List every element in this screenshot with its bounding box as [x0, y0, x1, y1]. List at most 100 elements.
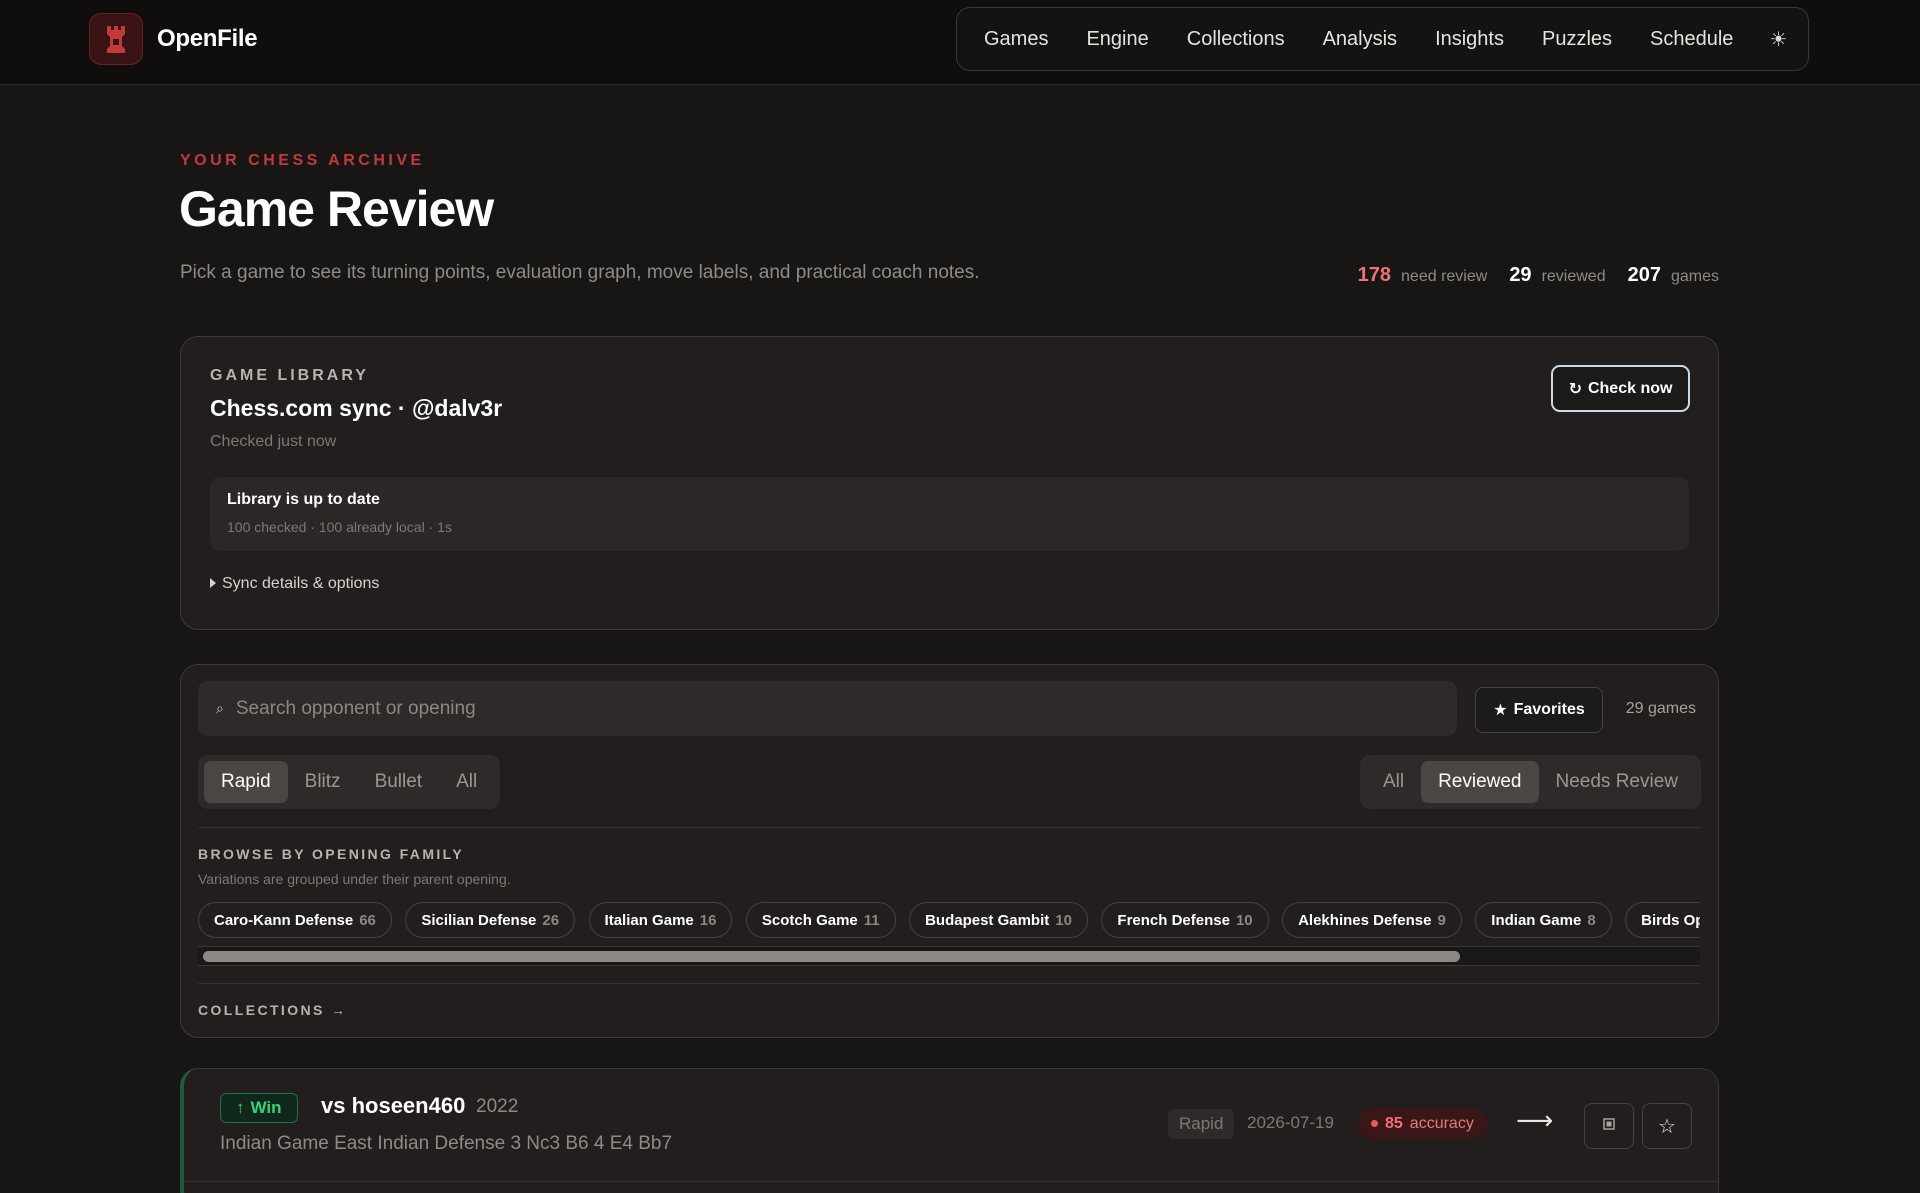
review-stats: 178 need review 29 reviewed 207 games: [1358, 264, 1719, 287]
sync-status-detail: 100 checked · 100 already local · 1s: [227, 519, 452, 535]
opening-family-chips: Caro-Kann Defense 66 Sicilian Defense 26 I…: [198, 902, 1700, 940]
opening-name: Indian Game East Indian Defense 3 Nc3 B6…: [220, 1133, 673, 1154]
review-status-needs-review[interactable]: Needs Review: [1539, 761, 1696, 803]
family-chip[interactable]: Indian Game 8: [1475, 902, 1612, 938]
nav-insights[interactable]: Insights: [1416, 28, 1523, 51]
chip-count: 10: [1235, 911, 1253, 929]
chip-scrollbar[interactable]: [198, 946, 1700, 966]
chip-label: Budapest Gambit: [925, 911, 1050, 929]
reviewed-label: reviewed: [1541, 268, 1606, 285]
time-control-blitz[interactable]: Blitz: [288, 761, 358, 803]
collections-divider: [198, 983, 1700, 984]
family-chip[interactable]: Budapest Gambit 10: [909, 902, 1088, 938]
accuracy-label: accuracy: [1409, 1114, 1474, 1132]
time-control-all[interactable]: All: [439, 761, 494, 803]
library-title: Chess.com sync · @dalv3r: [210, 395, 503, 421]
review-status-filter: All Reviewed Needs Review: [1359, 755, 1701, 809]
chip-label: Sicilian Defense: [421, 911, 537, 929]
chip-count: 26: [542, 911, 560, 929]
collections-link[interactable]: COLLECTIONS →: [198, 1002, 347, 1018]
nav-collections[interactable]: Collections: [1168, 28, 1304, 51]
rook-logo-icon: [89, 13, 143, 65]
games-count: 207: [1627, 264, 1661, 286]
chip-label: Italian Game: [604, 911, 694, 929]
chip-count: 66: [359, 911, 376, 929]
filter-card: ⌕ ★ Favorites 29 games Rapid Blitz Bulle…: [180, 664, 1719, 1038]
nav-puzzles[interactable]: Puzzles: [1523, 28, 1631, 51]
nav-engine[interactable]: Engine: [1067, 28, 1167, 51]
chip-label: Birds Opening: [1641, 911, 1700, 929]
accuracy-dot-icon: [1371, 1120, 1378, 1127]
favorites-label: Favorites: [1513, 701, 1585, 718]
family-chip[interactable]: Italian Game 16: [588, 902, 733, 938]
main-nav: Games Engine Collections Analysis Insigh…: [956, 7, 1809, 71]
sync-status-title: Library is up to date: [227, 491, 380, 508]
open-game-arrow-icon[interactable]: ⟶: [1516, 1105, 1553, 1136]
refresh-icon: ↻: [1568, 380, 1582, 398]
scrollbar-thumb[interactable]: [203, 951, 1460, 962]
chip-label: French Defense: [1117, 911, 1230, 929]
search-icon: ⌕: [216, 700, 224, 716]
favorite-toggle-button[interactable]: ☆: [1642, 1103, 1692, 1149]
app-name: OpenFile: [157, 25, 258, 52]
filtered-game-count: 29 games: [1625, 700, 1696, 717]
filter-divider: [198, 827, 1700, 828]
family-chip[interactable]: Caro-Kann Defense 66: [198, 902, 392, 938]
need-review-count: 178: [1357, 264, 1392, 286]
page-title: Game Review: [179, 181, 494, 237]
chip-count: 16: [699, 911, 717, 929]
sync-details-toggle[interactable]: Sync details & options: [210, 575, 379, 593]
sun-icon: ☀: [1769, 28, 1788, 51]
chip-label: Indian Game: [1491, 911, 1582, 929]
sync-status-box: Library is up to date 100 checked · 100 …: [210, 477, 1689, 551]
brand[interactable]: OpenFile: [89, 13, 258, 65]
top-navigation-bar: OpenFile Games Engine Collections Analys…: [0, 0, 1920, 85]
chip-count: 10: [1055, 911, 1072, 929]
result-label: Win: [250, 1098, 282, 1117]
star-icon: ★: [1493, 702, 1508, 719]
family-chip[interactable]: Sicilian Defense 26: [405, 902, 576, 938]
chip-label: Caro-Kann Defense: [214, 911, 354, 929]
time-control-rapid[interactable]: Rapid: [204, 761, 288, 803]
time-control-filter: Rapid Blitz Bullet All: [198, 755, 501, 809]
check-now-button[interactable]: ↻ Check now: [1551, 365, 1690, 412]
review-status-reviewed[interactable]: Reviewed: [1421, 761, 1539, 803]
chip-label: Scotch Game: [761, 911, 858, 929]
search-input[interactable]: [235, 697, 1416, 720]
star-outline-icon: ☆: [1658, 1115, 1676, 1138]
family-chip[interactable]: French Defense 10: [1101, 902, 1269, 938]
need-review-label: need review: [1401, 268, 1488, 285]
square-icon: [1603, 1117, 1615, 1135]
nav-analysis[interactable]: Analysis: [1304, 28, 1416, 51]
arrow-up-icon: ↑: [236, 1098, 245, 1117]
game-library-card: GAME LIBRARY Chess.com sync · @dalv3r Ch…: [180, 336, 1719, 630]
family-chip[interactable]: Scotch Game 11: [745, 902, 896, 938]
nav-games[interactable]: Games: [965, 28, 1067, 51]
page-subtitle: Pick a game to see its turning points, e…: [180, 262, 980, 283]
caret-right-icon: [210, 575, 216, 593]
library-checked-status: Checked just now: [210, 433, 337, 450]
accuracy-badge: 85 accuracy: [1358, 1108, 1487, 1139]
opponent-rating: 2022: [476, 1096, 519, 1117]
chip-count: 9: [1437, 911, 1446, 929]
chip-count: 11: [863, 911, 880, 929]
accuracy-value: 85: [1385, 1114, 1403, 1132]
theme-toggle-button[interactable]: ☀: [1758, 19, 1798, 59]
chip-count: 8: [1587, 911, 1596, 929]
sync-details-label: Sync details & options: [222, 575, 380, 592]
family-chip[interactable]: Birds Opening: [1625, 902, 1700, 938]
time-control-bullet[interactable]: Bullet: [358, 761, 440, 803]
board-preview-button[interactable]: [1584, 1103, 1634, 1149]
game-row[interactable]: ↑ Win vs hoseen460 2022 Indian Game East…: [180, 1068, 1719, 1193]
check-now-label: Check now: [1587, 379, 1673, 397]
games-label: games: [1670, 268, 1719, 285]
family-chip[interactable]: Alekhines Defense 9: [1282, 902, 1462, 938]
favorites-button[interactable]: ★ Favorites: [1475, 687, 1603, 733]
search-bar[interactable]: ⌕: [198, 681, 1457, 736]
review-status-all[interactable]: All: [1366, 761, 1421, 803]
nav-schedule[interactable]: Schedule: [1631, 28, 1752, 51]
result-badge: ↑ Win: [220, 1093, 298, 1123]
chip-label: Alekhines Defense: [1298, 911, 1432, 929]
time-control-badge: Rapid: [1168, 1109, 1235, 1139]
opening-family-eyebrow: BROWSE BY OPENING FAMILY: [198, 846, 465, 862]
